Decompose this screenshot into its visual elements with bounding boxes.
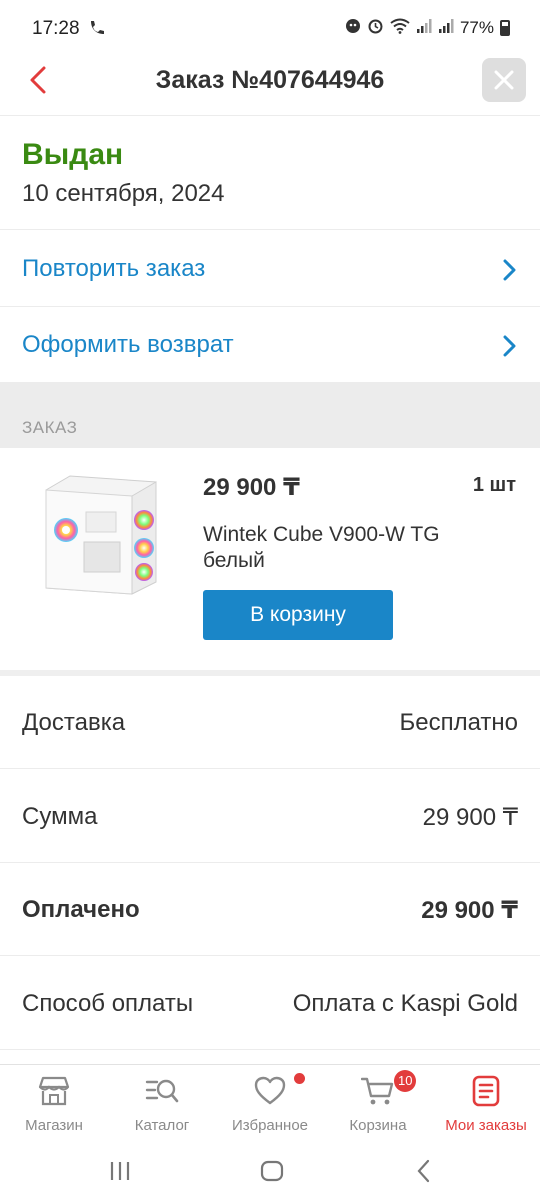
- call-wifi-icon: [88, 19, 106, 42]
- home-icon: [260, 1160, 284, 1182]
- nav-shop[interactable]: Магазин: [0, 1065, 108, 1143]
- shop-icon: [38, 1076, 70, 1106]
- recent-apps-icon: [110, 1162, 130, 1180]
- product-price: 29 900 ₸: [203, 474, 300, 501]
- order-status: Выдан: [22, 138, 124, 171]
- catalog-search-icon: [145, 1079, 179, 1103]
- payment-method-value: Оплата с Kaspi Gold: [292, 990, 518, 1017]
- nav-shop-label: Магазин: [25, 1117, 83, 1134]
- payment-method-row: Способ оплаты Оплата с Kaspi Gold: [0, 957, 540, 1050]
- recent-apps-button[interactable]: [100, 1156, 140, 1186]
- chevron-right-icon: [503, 335, 516, 357]
- nav-favorites[interactable]: Избранное: [216, 1065, 324, 1143]
- nav-my-orders-label: Мои заказы: [445, 1117, 527, 1134]
- system-back-button[interactable]: [404, 1156, 444, 1186]
- home-button[interactable]: [252, 1156, 292, 1186]
- repeat-order-label: Повторить заказ: [22, 255, 206, 282]
- delivery-value: Бесплатно: [399, 709, 518, 736]
- order-status-section: Выдан 10 сентября, 2024: [0, 116, 540, 230]
- cart-count-badge: 10: [394, 1070, 417, 1092]
- close-icon: [494, 70, 514, 90]
- payment-method-label: Способ оплаты: [22, 990, 194, 1017]
- notification-icon: [345, 18, 361, 39]
- header: Заказ №407644946: [0, 58, 540, 116]
- back-arrow-icon: [417, 1159, 430, 1183]
- favorites-dot-badge: [294, 1073, 305, 1084]
- paid-row: Оплачено 29 900 ₸: [0, 863, 540, 956]
- nav-catalog-label: Каталог: [134, 1117, 190, 1134]
- section-label: ЗАКАЗ: [22, 418, 78, 437]
- product-image[interactable]: [36, 472, 166, 596]
- sum-value: 29 900 ₸: [422, 804, 518, 831]
- cart-icon: [361, 1077, 394, 1105]
- signal-icon: [438, 18, 454, 39]
- signal-icon: [416, 18, 432, 39]
- nav-favorites-label: Избранное: [231, 1117, 309, 1134]
- return-order-label: Оформить возврат: [22, 331, 234, 358]
- orders-icon: [472, 1075, 500, 1107]
- battery-icon: [500, 20, 510, 36]
- repeat-order-row[interactable]: Повторить заказ: [0, 231, 540, 307]
- system-navigation-bar: [0, 1142, 540, 1200]
- heart-icon: [254, 1076, 286, 1105]
- nav-cart[interactable]: 10 Корзина: [324, 1065, 432, 1143]
- sum-label: Сумма: [22, 803, 98, 830]
- chevron-right-icon: [503, 259, 516, 281]
- close-button[interactable]: [482, 58, 526, 102]
- status-time: 17:28: [32, 18, 80, 39]
- product-quantity: 1 шт: [472, 474, 516, 496]
- add-to-cart-button[interactable]: В корзину: [203, 590, 393, 640]
- product-card: 29 900 ₸ 1 шт Wintek Cube V900-W TG белы…: [0, 448, 540, 670]
- delivery-label: Доставка: [22, 709, 126, 736]
- wifi-icon: [390, 18, 410, 39]
- sum-row: Сумма 29 900 ₸: [0, 770, 540, 863]
- status-bar: 17:28 77%: [0, 0, 540, 58]
- battery-percent: 77%: [459, 18, 494, 37]
- paid-label: Оплачено: [22, 896, 140, 923]
- return-order-row[interactable]: Оформить возврат: [0, 307, 540, 383]
- status-icons: 77%: [345, 17, 510, 39]
- page-title: Заказ №407644946: [155, 66, 385, 94]
- order-date: 10 сентября, 2024: [22, 180, 225, 207]
- nav-my-orders[interactable]: Мои заказы: [432, 1065, 540, 1143]
- nav-cart-label: Корзина: [349, 1117, 407, 1134]
- bottom-navigation: Магазин Каталог Избранное 10 Корзина Мои…: [0, 1064, 540, 1142]
- paid-value: 29 900 ₸: [421, 897, 518, 924]
- nav-catalog[interactable]: Каталог: [108, 1065, 216, 1143]
- delivery-row: Доставка Бесплатно: [0, 676, 540, 769]
- product-name[interactable]: Wintek Cube V900-W TG белый: [203, 522, 503, 574]
- order-section-header: ЗАКАЗ: [0, 382, 540, 448]
- alarm-icon: [367, 17, 384, 39]
